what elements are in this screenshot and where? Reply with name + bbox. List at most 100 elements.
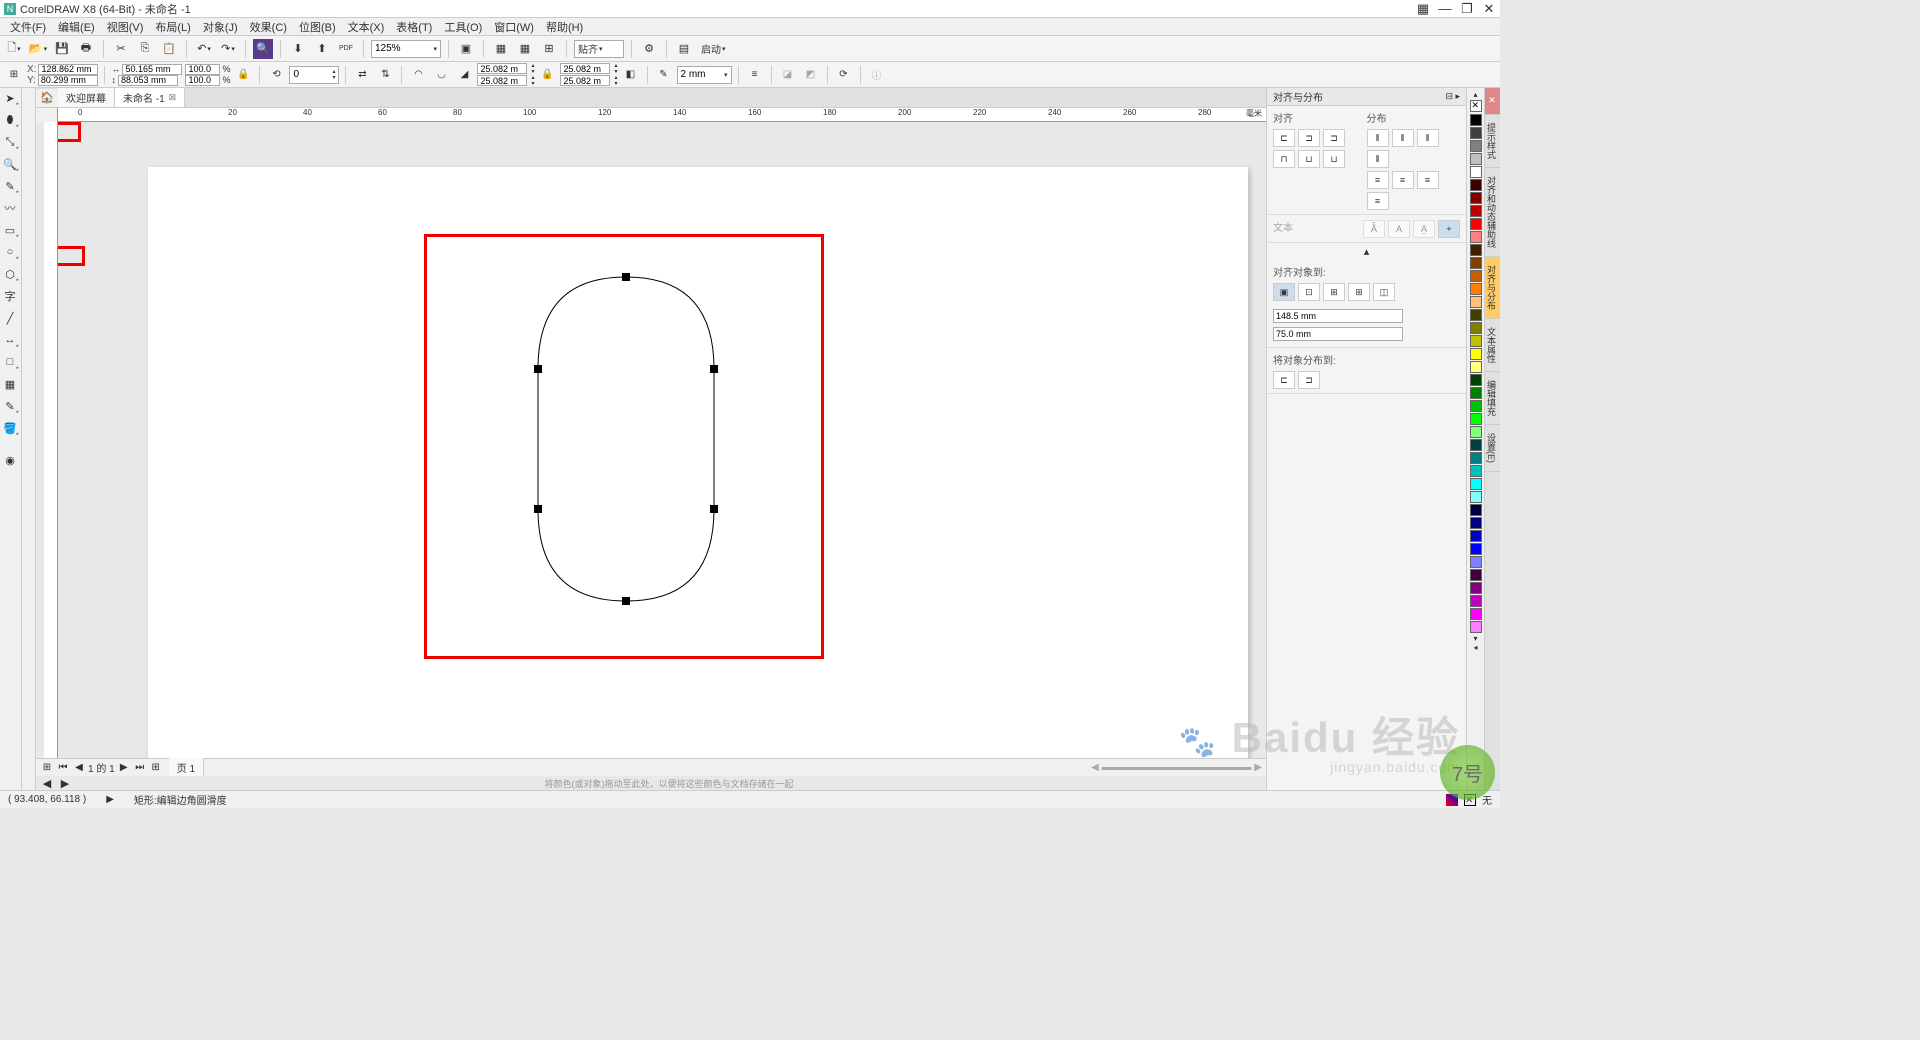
color-swatch[interactable] [1470,517,1482,529]
palette-flyout-icon[interactable]: ◂ [1473,643,1477,652]
home-tab[interactable]: 🏠 [36,89,58,107]
color-swatch[interactable] [1470,270,1482,282]
import-button[interactable]: ⬇ [288,39,308,59]
no-fill-swatch[interactable] [1470,100,1482,112]
palette-up-icon[interactable]: ▴ [1473,90,1477,99]
layout-icon[interactable]: ▦ [1416,2,1430,16]
color-swatch[interactable] [1470,426,1482,438]
menu-view[interactable]: 视图(V) [101,19,150,35]
color-swatch[interactable] [1470,322,1482,334]
color-swatch[interactable] [1470,478,1482,490]
color-swatch[interactable] [1470,153,1482,165]
scaley-input[interactable] [185,75,220,86]
color-swatch[interactable] [1470,140,1482,152]
color-swatch[interactable] [1470,387,1482,399]
nav-add-icon[interactable]: ⊞ [149,761,163,775]
color-swatch[interactable] [1470,452,1482,464]
color-swatch[interactable] [1470,621,1482,633]
welcome-tab[interactable]: 欢迎屏幕 [58,88,115,107]
align-to-page-center-button[interactable]: ⊞ [1323,283,1345,301]
color-swatch[interactable] [1470,179,1482,191]
side-tab-align[interactable]: 对齐与分布 [1485,257,1500,319]
dist-spacing-h-button[interactable]: ⦀ [1417,129,1439,147]
wrap-text-icon[interactable]: ≡ [745,65,765,85]
ellipse-tool[interactable]: ○▸ [0,242,20,262]
color-swatch[interactable] [1470,231,1482,243]
side-tab-close[interactable]: ✕ [1485,88,1500,115]
text-add-button[interactable]: + [1438,220,1460,238]
line-tool[interactable]: ╱ [0,308,20,328]
cut-button[interactable]: ✂ [111,39,131,59]
color-swatch[interactable] [1470,491,1482,503]
y-input[interactable] [38,75,98,86]
polygon-tool[interactable]: ⬡▸ [0,264,20,284]
fill-tool[interactable]: 🪣▸ [0,418,20,438]
paste-button[interactable]: 📋 [159,39,179,59]
scroll-right-icon[interactable]: ▶ [58,776,72,790]
dimension-tool[interactable]: ↔▸ [0,330,20,350]
dist-right-button[interactable]: ⦀ [1367,150,1389,168]
corner4-input[interactable] [560,75,610,86]
corner-scallop-icon[interactable]: ◡ [431,65,451,85]
align-to-grid-button[interactable]: ⊞ [1348,283,1370,301]
color-swatch[interactable] [1470,530,1482,542]
menu-text[interactable]: 文本(X) [342,19,391,35]
menu-object[interactable]: 对象(J) [197,19,244,35]
maximize-button[interactable]: ❐ [1460,2,1474,16]
horizontal-ruler[interactable]: 0 20 40 60 80 100 120 140 160 180 200 22… [58,108,1266,122]
lock-ratio-icon[interactable]: 🔒 [233,65,253,85]
color-swatch[interactable] [1470,218,1482,230]
color-swatch[interactable] [1470,374,1482,386]
convert-curves-icon[interactable]: ⟳ [834,65,854,85]
eyedropper-tool[interactable]: ✎▸ [0,396,20,416]
rounded-rect-shape[interactable] [526,269,726,609]
search-button[interactable]: 🔍 [253,39,273,59]
pick-tool[interactable]: ➤▸ [0,88,20,108]
outline-swatch[interactable]: ✕ [1464,794,1476,806]
color-swatch[interactable] [1470,309,1482,321]
side-tab-guidelines[interactable]: 对齐和动态辅助线 [1485,168,1500,257]
dist-to-page-button[interactable]: ⊐ [1298,371,1320,389]
color-swatch[interactable] [1470,348,1482,360]
align-right-button[interactable]: ⊐ [1323,129,1345,147]
copy-button[interactable]: ⎘ [135,39,155,59]
vertical-ruler[interactable] [44,122,58,758]
rectangle-tool[interactable]: ▭▸ [0,220,20,240]
x-input[interactable] [38,64,98,75]
corner2-input[interactable] [477,75,527,86]
object-help-icon[interactable]: ⓘ [867,65,887,85]
color-swatch[interactable] [1470,114,1482,126]
align-to-active-button[interactable]: ▣ [1273,283,1295,301]
snap-combo[interactable]: 贴齐▾ [574,40,624,58]
text-baseline-button[interactable]: Aͨ [1363,220,1385,238]
color-swatch[interactable] [1470,335,1482,347]
side-tab-text[interactable]: 文本属性 [1485,319,1500,372]
corner1-input[interactable] [477,63,527,74]
dist-top-button[interactable]: ≡ [1367,171,1389,189]
front-minus-back-icon[interactable]: ◪ [778,65,798,85]
corner3-input[interactable] [560,63,610,74]
outline-input[interactable] [681,69,723,80]
nav-first-icon[interactable]: ⊞ [40,761,54,775]
color-swatch[interactable] [1470,582,1482,594]
page-tab-1[interactable]: 页 1 [169,758,204,777]
fill-swatch[interactable] [1446,794,1458,806]
align-top-button[interactable]: ⊓ [1273,150,1295,168]
color-swatch[interactable] [1470,257,1482,269]
color-swatch[interactable] [1470,465,1482,477]
color-swatch[interactable] [1470,205,1482,217]
print-button[interactable]: 🖶 [76,39,96,59]
menu-layout[interactable]: 布局(L) [149,19,196,35]
fullscreen-button[interactable]: ▣ [456,39,476,59]
dist-spacing-v-button[interactable]: ≡ [1417,171,1439,189]
object-origin-icon[interactable]: ⊞ [4,65,24,85]
color-swatch[interactable] [1470,361,1482,373]
side-tab-hints[interactable]: 提示样式 [1485,115,1500,168]
relative-corner-icon[interactable]: ◧ [621,65,641,85]
pdf-button[interactable]: PDF [336,39,356,59]
collapse-icon[interactable]: ▴ [1364,246,1370,258]
artistic-tool[interactable]: 〰 [0,198,20,218]
options-button[interactable]: ⚙ [639,39,659,59]
corner-round-icon[interactable]: ◠ [408,65,428,85]
nav-prev-icon[interactable]: ⏮ [56,761,70,775]
